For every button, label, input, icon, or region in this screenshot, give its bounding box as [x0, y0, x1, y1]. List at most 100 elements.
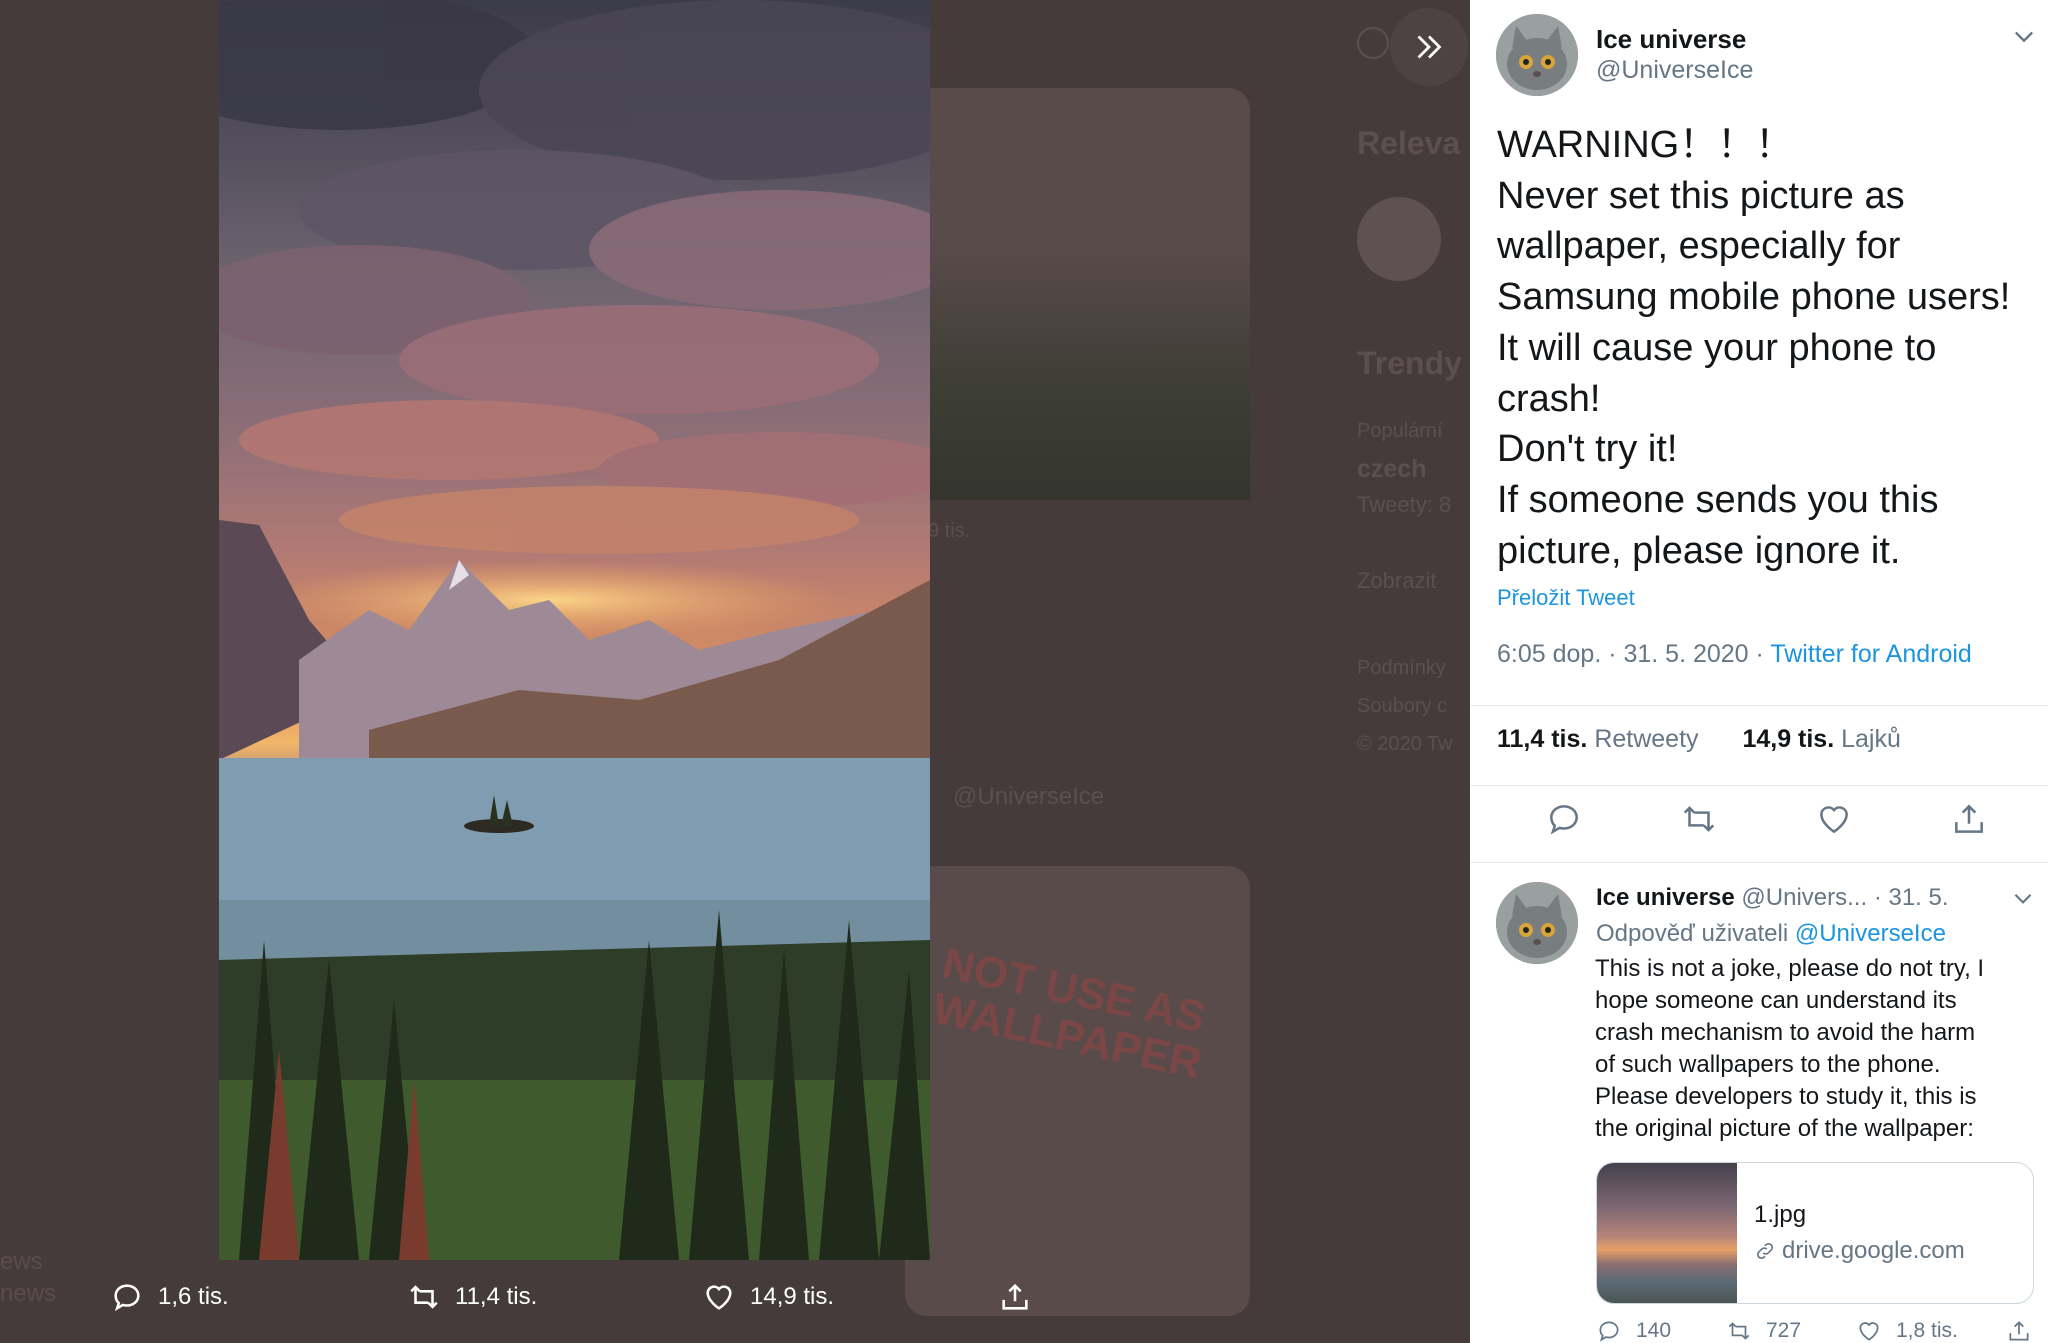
collapse-panel-button[interactable] — [1390, 8, 1468, 86]
retweet-icon — [410, 1285, 438, 1309]
background-trends-heading: Trendy — [1357, 345, 1462, 381]
divider — [1470, 862, 2048, 863]
background-card-text: NOT USE AS WALLPAPER — [928, 938, 1210, 1089]
reply-replies-count: 140 — [1636, 1319, 1672, 1342]
tweet-source-link[interactable]: Twitter for Android — [1770, 640, 1971, 668]
background-search-icon — [1357, 27, 1389, 59]
media-like-button[interactable]: 14,9 tis. — [702, 1280, 834, 1314]
likes-label: Lajků — [1841, 725, 1901, 753]
cat-avatar-icon — [1496, 882, 1578, 964]
reply-context: Odpověď uživateli @UniverseIce — [1596, 920, 1946, 948]
cat-avatar-icon — [1496, 14, 1578, 96]
tweet-line: Don't try it! — [1497, 428, 1678, 471]
reply-line: crash mechanism to avoid the harm — [1595, 1018, 1976, 1046]
tweet-stats: 11,4 tis. Retweety 14,9 tis. Lajků — [1497, 725, 1901, 754]
media-reply-button[interactable]: 1,6 tis. — [110, 1280, 229, 1314]
tweet-line: Samsung mobile phone users! — [1497, 276, 2011, 319]
reply-date[interactable]: · 31. 5. — [1874, 884, 1949, 911]
reply-likes-count: 1,8 tis. — [1896, 1319, 1958, 1342]
tweet-line: It will cause your phone to — [1497, 326, 1937, 369]
media-retweet-count: 11,4 tis. — [455, 1283, 538, 1310]
author-name[interactable]: Ice universe — [1596, 24, 1746, 55]
share-icon — [1002, 1283, 1028, 1310]
reply-retweet-button[interactable]: 727 — [1726, 1318, 1801, 1343]
link-domain: drive.google.com — [1754, 1237, 1965, 1265]
retweets-count: 11,4 tis. — [1497, 725, 1588, 753]
wallpaper-scene — [219, 0, 930, 1260]
reply-header: Ice universe @Univers... · 31. 5. — [1596, 884, 1949, 912]
heart-icon — [706, 1285, 732, 1310]
background-relevant-heading: Releva — [1357, 125, 1461, 161]
reply-line: This is not a joke, please do not try, I — [1595, 955, 1985, 982]
reply-line: hope someone can understand its — [1595, 986, 1957, 1014]
reply-icon — [114, 1284, 140, 1312]
likes-count: 14,9 tis. — [1742, 725, 1835, 753]
background-footer-1: Podmínky — [1357, 657, 1446, 679]
share-icon — [2009, 1321, 2029, 1341]
background-media-card — [905, 88, 1250, 500]
reply-icon[interactable] — [1545, 800, 1583, 838]
translate-link[interactable]: Přeložit Tweet — [1497, 585, 1635, 611]
chevron-down-icon[interactable] — [2010, 22, 2038, 50]
background-trend-context: Populární — [1357, 420, 1443, 442]
reply-share-button[interactable] — [2006, 1318, 2032, 1343]
background-footer-2: Soubory c — [1357, 695, 1448, 717]
divider — [1470, 705, 2048, 706]
media-like-count: 14,9 tis. — [750, 1283, 835, 1310]
background-avatar — [1357, 197, 1441, 281]
author-handle[interactable]: @UniverseIce — [1596, 56, 1753, 85]
background-media-card-2: NOT USE AS WALLPAPER — [905, 866, 1250, 1316]
double-chevron-right-icon — [1417, 35, 1442, 59]
tweet-meta: 6:05 dop. · 31. 5. 2020 · Twitter for An… — [1497, 640, 1972, 669]
retweets-label: Retweety — [1594, 725, 1699, 753]
tweet-line: crash! — [1497, 377, 1601, 420]
divider — [1470, 785, 2048, 786]
link-icon — [1756, 1242, 1774, 1260]
reply-text: This is not a joke, please do not try, I… — [1595, 953, 2035, 1144]
background-left-text-1: ews — [0, 1248, 43, 1275]
tweet-line: WARNING！！！ — [1497, 124, 1794, 166]
link-domain-text: drive.google.com — [1782, 1237, 1965, 1264]
reply-line: Please developers to study it, this is — [1595, 1082, 1977, 1110]
reply-reply-button[interactable]: 140 — [1596, 1318, 1671, 1343]
reply-line: of such wallpapers to the phone. — [1595, 1050, 1941, 1078]
reply-to-handle[interactable]: @UniverseIce — [1795, 920, 1946, 947]
background-left-text-2: news — [0, 1280, 57, 1307]
tweet-line: Never set this picture as — [1497, 174, 1905, 217]
tweet-line: wallpaper, especially for — [1497, 225, 1901, 268]
avatar[interactable] — [1496, 14, 1578, 96]
media-action-bar: 1,6 tis. 11,4 tis. 14,9 tis. — [110, 1280, 1050, 1326]
chevron-down-icon[interactable] — [2010, 885, 2036, 911]
share-icon[interactable] — [1950, 800, 1988, 838]
background-trend-name: czech — [1357, 455, 1427, 483]
reply-author-handle[interactable]: @Univers... — [1741, 884, 1867, 911]
link-card[interactable]: 1.jpg drive.google.com — [1596, 1162, 2034, 1304]
tweet-text: WARNING！！！ Never set this picture as wal… — [1497, 120, 2037, 576]
retweet-icon — [1728, 1322, 1750, 1340]
background-footer-3: © 2020 Tw — [1357, 733, 1453, 755]
retweet-icon[interactable] — [1680, 800, 1718, 838]
heart-icon — [1859, 1322, 1879, 1341]
tweet-timestamp[interactable]: 6:05 dop. · 31. 5. 2020 · — [1497, 640, 1770, 668]
tweet-panel: Ice universe @UniverseIce WARNING！！！ Nev… — [1470, 0, 2048, 1343]
reply-like-button[interactable]: 1,8 tis. — [1856, 1318, 1958, 1343]
reply-to-label: Odpověď uživateli — [1596, 920, 1789, 947]
media-retweet-button[interactable]: 11,4 tis. — [407, 1280, 537, 1314]
background-count: 9 tis. — [928, 520, 971, 542]
tweet-line: picture, please ignore it. — [1497, 529, 1901, 572]
background-show-more: Zobrazit — [1357, 568, 1437, 593]
wallpaper-image[interactable] — [219, 0, 930, 1260]
retweets-stat[interactable]: 11,4 tis. Retweety — [1497, 725, 1699, 753]
background-handle: @UniverseIce — [953, 783, 1105, 810]
media-share-button[interactable] — [998, 1280, 1032, 1314]
reply-avatar[interactable] — [1496, 882, 1578, 964]
tweet-actions — [1470, 790, 2048, 850]
tweet-line: If someone sends you this — [1497, 478, 1939, 521]
link-thumbnail — [1597, 1163, 1737, 1303]
link-title: 1.jpg — [1754, 1201, 1807, 1228]
background-trend-count: Tweety: 8 — [1357, 492, 1452, 517]
reply-author-name[interactable]: Ice universe — [1596, 884, 1735, 911]
heart-icon[interactable] — [1815, 800, 1853, 838]
media-reply-count: 1,6 tis. — [158, 1283, 229, 1310]
likes-stat[interactable]: 14,9 tis. Lajků — [1742, 725, 1900, 753]
